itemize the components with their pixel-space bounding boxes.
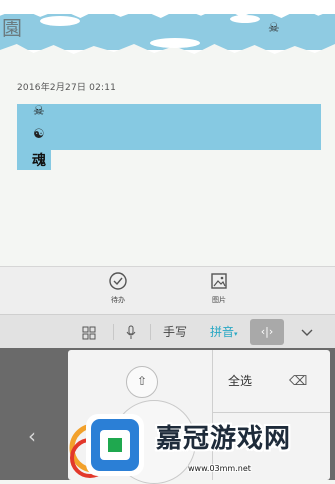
note-tools-bar: 待办 图片: [0, 266, 335, 315]
grid-icon[interactable]: [82, 315, 96, 349]
watermark-text: 嘉冠游戏网: [156, 424, 292, 454]
watermark-logo: [69, 414, 144, 478]
panel-divider: [212, 412, 330, 413]
panel-divider: [212, 350, 213, 480]
header-glyph: 園: [2, 16, 22, 40]
checkmark-circle-icon: [109, 272, 127, 290]
image-button[interactable]: 图片: [199, 271, 239, 305]
yin-yang-symbol[interactable]: ☯: [33, 127, 45, 142]
text-selection-highlight: [17, 104, 321, 150]
skull-symbol[interactable]: ☠: [33, 104, 45, 119]
microphone-icon[interactable]: [125, 315, 137, 349]
note-header-image: [0, 0, 335, 62]
up-arrow-button[interactable]: ⇧: [126, 366, 158, 398]
skull-icon: ☠: [268, 21, 280, 36]
cursor-control-button[interactable]: ‹|›: [250, 319, 284, 345]
keyboard-toolbar: 手写 拼音▾ ‹|›: [0, 314, 335, 349]
handwriting-button[interactable]: 手写: [163, 315, 187, 349]
toolbar-divider: [113, 324, 114, 340]
backspace-icon[interactable]: ⌫: [289, 374, 307, 389]
image-label: 图片: [212, 296, 226, 304]
pinyin-button[interactable]: 拼音▾: [210, 315, 238, 349]
soul-character[interactable]: 魂: [32, 150, 46, 170]
dropdown-caret-icon: ▾: [234, 330, 238, 338]
select-all-button[interactable]: 全选: [228, 372, 252, 389]
todo-button[interactable]: 待办: [98, 271, 138, 305]
pinyin-label: 拼音: [210, 325, 235, 339]
todo-label: 待办: [111, 296, 125, 304]
chevron-left-icon[interactable]: ‹: [28, 424, 36, 448]
watermark-url: www.03mm.net: [188, 464, 251, 473]
image-icon: [211, 273, 227, 289]
chevron-down-icon[interactable]: [300, 315, 314, 349]
toolbar-divider: [150, 324, 151, 340]
note-timestamp: 2016年2月27日 02:11: [17, 83, 117, 93]
